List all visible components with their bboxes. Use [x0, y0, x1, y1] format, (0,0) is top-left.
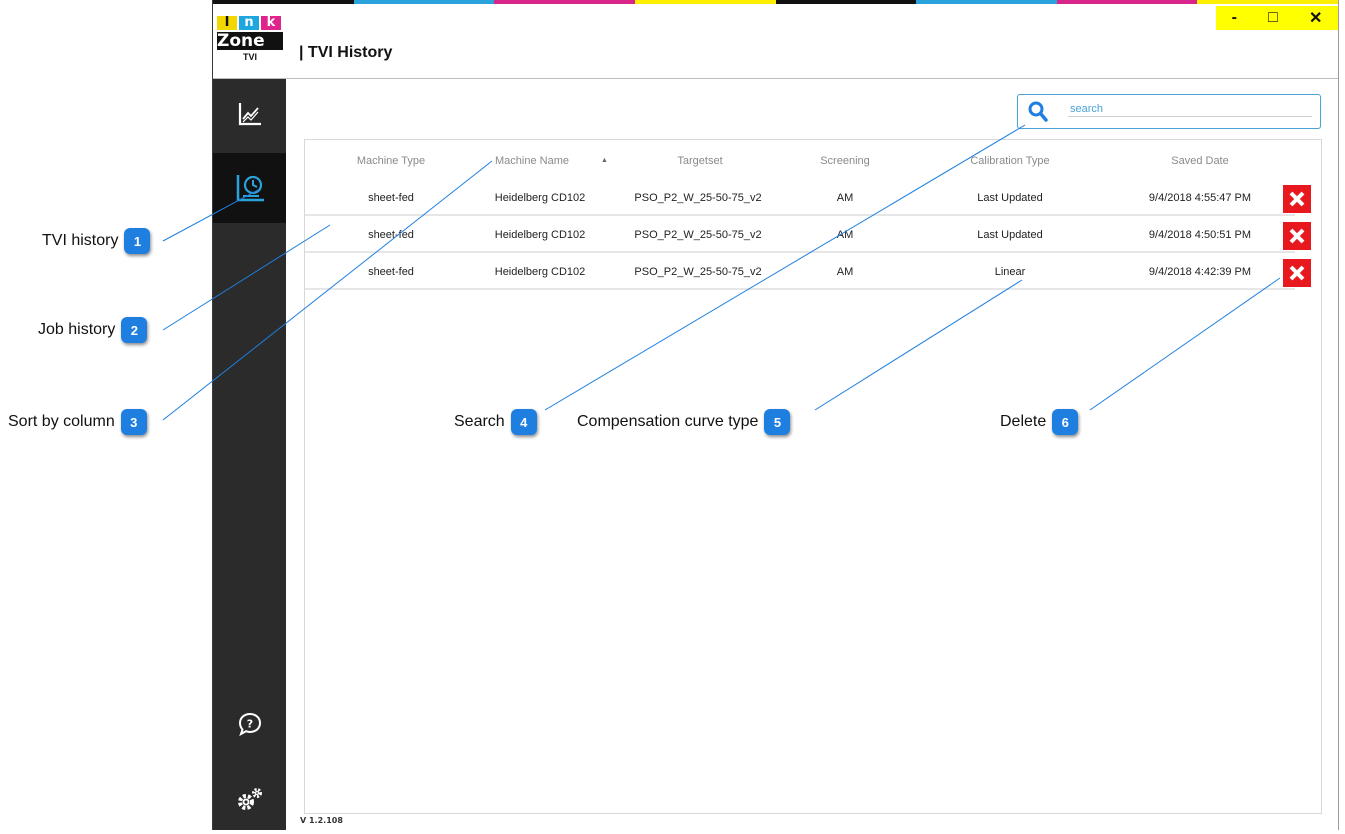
stripe-segment — [916, 0, 1057, 4]
sort-ascending-icon: ▲ — [601, 157, 608, 164]
sidebar-item-chart[interactable] — [213, 79, 286, 149]
cell-targetset: PSO_P2_W_25-50-75_v2 — [634, 229, 762, 241]
logo-letter: k — [261, 16, 281, 30]
delete-button[interactable] — [1283, 222, 1311, 250]
help-chat-icon: ? — [238, 712, 261, 737]
cell-screening: AM — [836, 229, 854, 241]
callout-badge: 5 — [764, 409, 791, 435]
cell-machine-name: Heidelberg CD102 — [494, 266, 586, 278]
column-header-saved-date[interactable]: Saved Date — [1145, 155, 1255, 167]
sidebar-item-help[interactable]: ? — [213, 689, 286, 759]
callout-badge: 1 — [124, 228, 151, 254]
callout-label: Search — [454, 413, 505, 430]
logo-letter: I — [217, 16, 237, 30]
sidebar: ? — [213, 79, 286, 830]
logo-letter: n — [239, 16, 259, 30]
gears-icon — [237, 788, 262, 810]
callout-sort-by-column: Sort by column 3 — [8, 409, 147, 435]
callout-tvi-history: TVI history 1 — [42, 228, 151, 254]
table-row[interactable]: sheet-fed Heidelberg CD102 PSO_P2_W_25-5… — [305, 180, 1311, 216]
callout-label: Sort by column — [8, 413, 115, 430]
callout-label: Delete — [1000, 413, 1047, 430]
callout-search: Search 4 — [454, 409, 537, 435]
cell-targetset: PSO_P2_W_25-50-75_v2 — [634, 192, 762, 204]
main-content: Machine Type Machine Name ▲ Targetset Sc… — [286, 79, 1338, 830]
callout-label: TVI history — [42, 232, 119, 249]
app-logo: I n k Zone TVI — [217, 16, 285, 78]
search-input[interactable] — [1068, 102, 1312, 117]
close-icon — [1289, 191, 1305, 207]
history-table: Machine Type Machine Name ▲ Targetset Sc… — [304, 139, 1322, 814]
column-header-machine-name[interactable]: Machine Name — [495, 155, 580, 167]
cell-machine-name: Heidelberg CD102 — [494, 229, 586, 241]
logo-sub: TVI — [242, 52, 257, 62]
stripe-segment — [775, 0, 917, 4]
cell-calibration-type: Last Updated — [977, 229, 1043, 241]
svg-text:?: ? — [246, 718, 252, 731]
callout-badge: 4 — [510, 409, 537, 435]
logo-zone: Zone — [217, 32, 283, 50]
column-header-screening[interactable]: Screening — [805, 155, 885, 167]
table-row[interactable]: sheet-fed Heidelberg CD102 PSO_P2_W_25-5… — [305, 254, 1311, 290]
delete-button[interactable] — [1283, 185, 1311, 213]
cell-screening: AM — [836, 266, 854, 278]
minimize-button[interactable]: - — [1232, 9, 1237, 27]
callout-delete: Delete 6 — [1000, 409, 1079, 435]
callout-compensation-curve-type: Compensation curve type 5 — [577, 409, 791, 435]
stripe-segment — [1197, 0, 1338, 4]
close-icon — [1289, 265, 1305, 281]
callout-label: Compensation curve type — [577, 413, 759, 430]
title-bar: I n k Zone TVI | TVI History - □ ✕ — [213, 6, 1338, 79]
cell-machine-type: sheet-fed — [368, 229, 414, 241]
sidebar-item-settings[interactable] — [213, 764, 286, 834]
delete-button[interactable] — [1283, 259, 1311, 287]
line-chart-icon — [238, 103, 261, 126]
stripe-segment — [1056, 0, 1198, 4]
stripe-segment — [494, 0, 635, 4]
sidebar-item-history[interactable] — [213, 153, 286, 223]
table-header: Machine Type Machine Name ▲ Targetset Sc… — [305, 140, 1321, 180]
callout-badge: 3 — [120, 409, 147, 435]
cell-calibration-type: Linear — [994, 266, 1026, 278]
close-icon — [1289, 228, 1305, 244]
maximize-button[interactable]: □ — [1268, 9, 1278, 27]
cell-screening: AM — [836, 192, 854, 204]
column-header-calibration-type[interactable]: Calibration Type — [955, 155, 1065, 167]
column-header-targetset[interactable]: Targetset — [645, 155, 755, 167]
search-box[interactable] — [1017, 94, 1321, 129]
callout-label: Job history — [38, 321, 116, 338]
callout-badge: 6 — [1052, 409, 1079, 435]
cell-saved-date: 9/4/2018 4:42:39 PM — [1148, 266, 1252, 278]
stripe-segment — [634, 0, 776, 4]
cell-saved-date: 9/4/2018 4:50:51 PM — [1148, 229, 1252, 241]
page-title: | TVI History — [299, 44, 393, 61]
search-icon[interactable] — [1028, 101, 1048, 123]
version-label: V 1.2.108 — [300, 816, 343, 825]
cell-calibration-type: Last Updated — [977, 192, 1043, 204]
window-controls: - □ ✕ — [1216, 6, 1338, 30]
cell-saved-date: 9/4/2018 4:55:47 PM — [1148, 192, 1252, 204]
callout-job-history: Job history 2 — [38, 317, 148, 343]
cell-targetset: PSO_P2_W_25-50-75_v2 — [634, 266, 762, 278]
cell-machine-type: sheet-fed — [368, 266, 414, 278]
stripe-segment — [353, 0, 495, 4]
cell-machine-name: Heidelberg CD102 — [494, 192, 586, 204]
stripe-segment — [213, 0, 354, 4]
history-icon — [236, 175, 264, 202]
cell-machine-type: sheet-fed — [368, 192, 414, 204]
column-header-machine-type[interactable]: Machine Type — [351, 155, 431, 167]
table-row[interactable]: sheet-fed Heidelberg CD102 PSO_P2_W_25-5… — [305, 217, 1311, 253]
callout-badge: 2 — [121, 317, 148, 343]
close-button[interactable]: ✕ — [1309, 8, 1322, 28]
